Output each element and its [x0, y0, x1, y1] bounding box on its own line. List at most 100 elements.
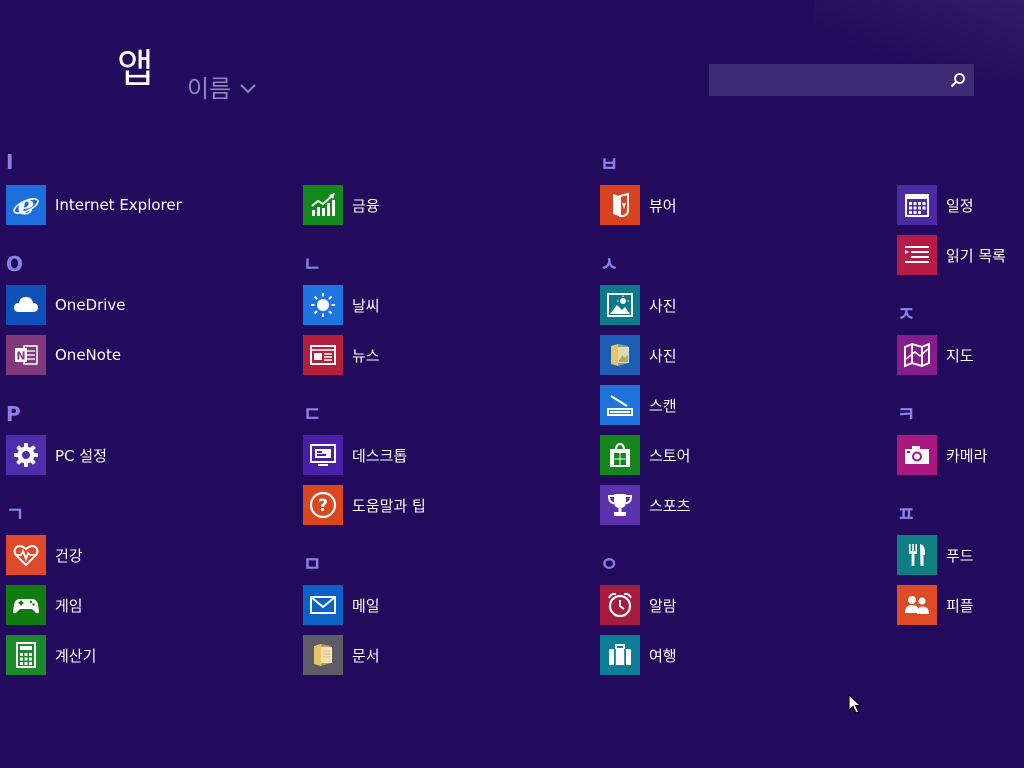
app-people[interactable]: 피플 — [897, 585, 974, 625]
app-maps[interactable]: 지도 — [897, 335, 974, 375]
scanner-icon — [600, 385, 640, 425]
app-label: 사진 — [649, 296, 677, 315]
app-label: 데스크톱 — [352, 446, 408, 465]
app-label: 여행 — [649, 646, 677, 665]
app-pc-settings[interactable]: PC 설정 — [6, 435, 107, 475]
folder-icon — [600, 335, 640, 375]
newspaper-icon — [303, 335, 343, 375]
sun-icon — [303, 285, 343, 325]
group-header-i[interactable]: I — [6, 150, 13, 174]
app-label: 일정 — [946, 196, 974, 215]
group-header-n[interactable]: ㄴ — [303, 252, 321, 276]
app-mail[interactable]: 메일 — [303, 585, 380, 625]
map-icon — [897, 335, 937, 375]
app-store[interactable]: 스토어 — [600, 435, 690, 475]
svg-text:?: ? — [318, 496, 328, 516]
app-calendar[interactable]: 일정 — [897, 185, 974, 225]
group-header-s[interactable]: ㅅ — [600, 252, 618, 276]
group-header-m[interactable]: ㅁ — [303, 552, 321, 576]
people-icon — [897, 585, 937, 625]
search-box[interactable] — [709, 64, 974, 96]
finance-chart-icon — [303, 185, 343, 225]
app-label: 게임 — [55, 596, 83, 615]
group-header-o[interactable]: O — [6, 252, 23, 276]
app-label: 문서 — [352, 646, 380, 665]
sort-dropdown[interactable]: 이름 — [187, 72, 257, 106]
app-alarms[interactable]: 알람 — [600, 585, 677, 625]
group-header-b[interactable]: ㅂ — [600, 152, 618, 176]
app-label: PC 설정 — [55, 446, 107, 465]
group-header-j[interactable]: ㅈ — [897, 302, 915, 326]
app-onenote[interactable]: N OneNote — [6, 335, 121, 375]
app-scan[interactable]: 스캔 — [600, 385, 677, 425]
group-header-k[interactable]: ㅋ — [897, 402, 915, 426]
group-header-p[interactable]: P — [6, 402, 21, 426]
desktop-icon — [303, 435, 343, 475]
app-onedrive[interactable]: OneDrive — [6, 285, 126, 325]
app-label: 푸드 — [946, 546, 974, 565]
app-label: 지도 — [946, 346, 974, 365]
app-label: OneNote — [55, 346, 122, 364]
app-photos[interactable]: 사진 — [600, 285, 677, 325]
group-header-d[interactable]: ㄷ — [303, 402, 321, 426]
app-label: 날씨 — [352, 296, 380, 315]
app-label: 뷰어 — [649, 196, 677, 215]
heart-pulse-icon — [6, 535, 46, 575]
app-label: OneDrive — [55, 296, 126, 314]
app-travel[interactable]: 여행 — [600, 635, 677, 675]
trophy-icon — [600, 485, 640, 525]
app-label: 뉴스 — [352, 346, 380, 365]
app-reading-list[interactable]: 읽기 목록 — [897, 235, 1006, 275]
group-header-ieung[interactable]: ㅇ — [600, 552, 618, 576]
app-calculator[interactable]: 계산기 — [6, 635, 96, 675]
app-health[interactable]: 건강 — [6, 535, 83, 575]
camera-icon — [897, 435, 937, 475]
app-label: 계산기 — [55, 646, 97, 665]
internet-explorer-icon: e — [6, 185, 46, 225]
mail-icon — [303, 585, 343, 625]
cloud-icon — [6, 285, 46, 325]
app-reader[interactable]: 뷰어 — [600, 185, 677, 225]
app-desktop[interactable]: 데스크톱 — [303, 435, 407, 475]
apps-view: 앱 이름 I e Internet Explorer O OneDrive N … — [0, 0, 1024, 768]
app-label: 메일 — [352, 596, 380, 615]
app-food[interactable]: 푸드 — [897, 535, 974, 575]
reading-list-icon — [897, 235, 937, 275]
mouse-cursor — [848, 694, 862, 714]
alarm-clock-icon — [600, 585, 640, 625]
page-title: 앱 — [117, 46, 155, 92]
folder-icon — [303, 635, 343, 675]
app-label: 도움말과 팁 — [352, 496, 426, 515]
chevron-down-icon — [240, 84, 256, 94]
onenote-icon: N — [6, 335, 46, 375]
group-header-g[interactable]: ㄱ — [6, 502, 24, 526]
app-label: 스포츠 — [649, 496, 691, 515]
app-label: 스토어 — [649, 446, 691, 465]
app-documents[interactable]: 문서 — [303, 635, 380, 675]
group-header-pp[interactable]: ㅍ — [897, 502, 915, 526]
app-label: 알람 — [649, 596, 677, 615]
app-internet-explorer[interactable]: e Internet Explorer — [6, 185, 182, 225]
app-camera[interactable]: 카메라 — [897, 435, 987, 475]
app-games[interactable]: 게임 — [6, 585, 83, 625]
app-help-tips[interactable]: ? 도움말과 팁 — [303, 485, 426, 525]
search-icon[interactable] — [942, 64, 974, 96]
app-label: 피플 — [946, 596, 974, 615]
app-label: 금융 — [352, 196, 380, 215]
app-label: 읽기 목록 — [946, 246, 1006, 265]
app-label: 사진 — [649, 346, 677, 365]
app-label: 카메라 — [946, 446, 988, 465]
app-label: Internet Explorer — [55, 196, 182, 214]
suitcase-icon — [600, 635, 640, 675]
svg-text:e: e — [18, 191, 35, 219]
app-label: 건강 — [55, 546, 83, 565]
reader-icon — [600, 185, 640, 225]
app-finance[interactable]: 금융 — [303, 185, 380, 225]
app-pictures[interactable]: 사진 — [600, 335, 677, 375]
search-input[interactable] — [709, 65, 942, 95]
calculator-icon — [6, 635, 46, 675]
app-sports[interactable]: 스포츠 — [600, 485, 690, 525]
app-weather[interactable]: 날씨 — [303, 285, 380, 325]
svg-text:N: N — [16, 350, 25, 363]
app-news[interactable]: 뉴스 — [303, 335, 380, 375]
